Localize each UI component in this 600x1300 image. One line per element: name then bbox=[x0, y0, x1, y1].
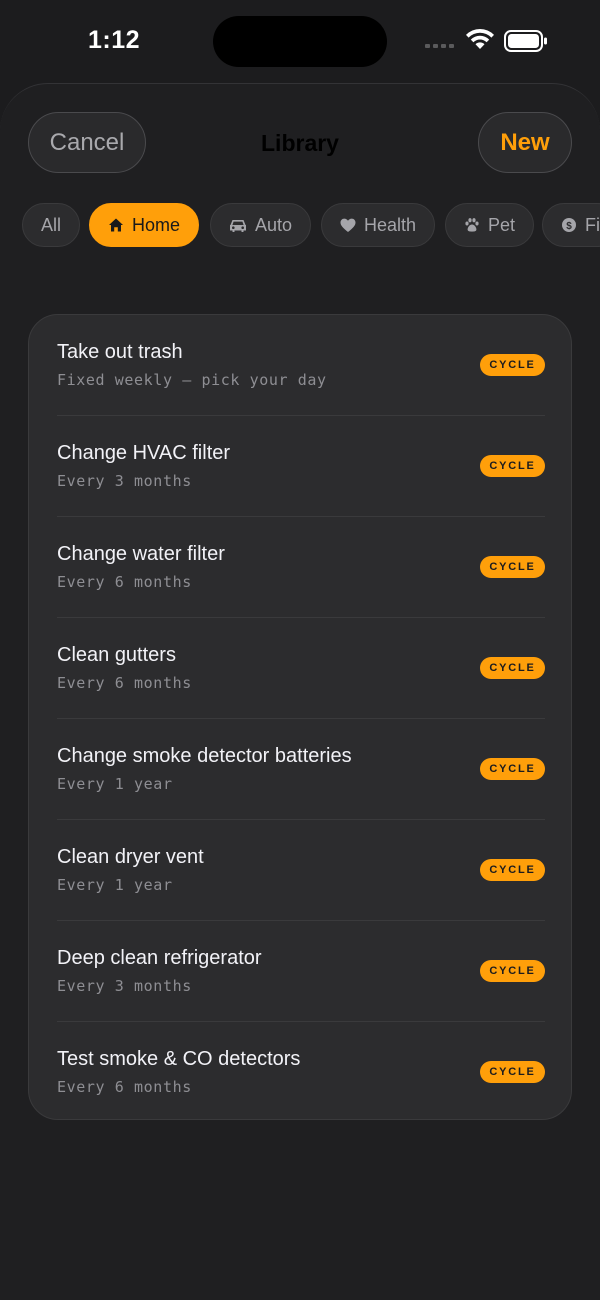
paw-icon bbox=[464, 217, 480, 233]
item-frequency: Every 3 months bbox=[57, 472, 192, 490]
library-screen: 1:12 Cancel Library New All Home Auto He… bbox=[0, 0, 600, 1300]
new-button[interactable]: New bbox=[478, 112, 572, 173]
chip-health[interactable]: Health bbox=[321, 203, 436, 247]
item-title: Change smoke detector batteries bbox=[57, 745, 352, 767]
nav-bar: Cancel Library New bbox=[0, 84, 600, 202]
item-frequency: Every 1 year bbox=[57, 775, 173, 793]
chip-label: Health bbox=[364, 214, 417, 235]
chip-label: Home bbox=[132, 214, 181, 235]
item-title: Clean gutters bbox=[57, 644, 176, 666]
list-item[interactable]: Test smoke & CO detectors Every 6 months… bbox=[57, 1022, 545, 1123]
cycle-badge: CYCLE bbox=[480, 657, 545, 679]
cycle-badge: CYCLE bbox=[480, 556, 545, 578]
chip-label: Fi bbox=[585, 214, 600, 235]
item-frequency: Every 6 months bbox=[57, 1078, 192, 1096]
chip-label: Pet bbox=[488, 214, 516, 235]
chip-home[interactable]: Home bbox=[89, 203, 200, 247]
list-item[interactable]: Take out trash Fixed weekly — pick your … bbox=[57, 315, 545, 416]
cycle-badge: CYCLE bbox=[480, 758, 545, 780]
category-filter-bar: All Home Auto Health Pet $ Fi bbox=[0, 203, 600, 249]
item-frequency: Every 3 months bbox=[57, 977, 192, 995]
chip-pet[interactable]: Pet bbox=[445, 203, 535, 247]
chip-label: All bbox=[41, 214, 62, 235]
house-icon bbox=[108, 217, 124, 233]
item-frequency: Fixed weekly — pick your day bbox=[57, 371, 327, 389]
item-title: Deep clean refrigerator bbox=[57, 947, 262, 969]
item-title: Change water filter bbox=[57, 543, 225, 565]
battery-icon bbox=[504, 30, 547, 52]
chip-finance[interactable]: $ Fi bbox=[542, 203, 600, 247]
item-frequency: Every 1 year bbox=[57, 876, 173, 894]
item-title: Change HVAC filter bbox=[57, 442, 231, 464]
cycle-badge: CYCLE bbox=[480, 455, 545, 477]
list-item[interactable]: Change smoke detector batteries Every 1 … bbox=[57, 719, 545, 820]
library-sheet: Cancel Library New All Home Auto Health … bbox=[0, 83, 600, 1300]
list-item[interactable]: Clean gutters Every 6 months CYCLE bbox=[57, 618, 545, 719]
list-item[interactable]: Deep clean refrigerator Every 3 months C… bbox=[57, 921, 545, 1022]
cycle-badge: CYCLE bbox=[480, 960, 545, 982]
wifi-icon bbox=[466, 29, 494, 49]
status-time: 1:12 bbox=[88, 26, 141, 54]
svg-text:$: $ bbox=[566, 221, 572, 232]
cycle-badge: CYCLE bbox=[480, 354, 545, 376]
cycle-badge: CYCLE bbox=[480, 859, 545, 881]
chip-auto[interactable]: Auto bbox=[210, 203, 312, 247]
item-title: Test smoke & CO detectors bbox=[57, 1048, 301, 1070]
cycle-badge: CYCLE bbox=[480, 1061, 545, 1083]
list-item[interactable]: Clean dryer vent Every 1 year CYCLE bbox=[57, 820, 545, 921]
item-frequency: Every 6 months bbox=[57, 573, 192, 591]
list-item[interactable]: Change water filter Every 6 months CYCLE bbox=[57, 517, 545, 618]
item-frequency: Every 6 months bbox=[57, 674, 192, 692]
chip-all[interactable]: All bbox=[22, 203, 81, 247]
car-icon bbox=[229, 218, 247, 233]
status-bar: 1:12 bbox=[0, 0, 600, 84]
template-list: Take out trash Fixed weekly — pick your … bbox=[28, 314, 572, 1120]
cellular-signal-icon bbox=[425, 44, 454, 48]
list-item[interactable]: Change HVAC filter Every 3 months CYCLE bbox=[57, 416, 545, 517]
item-title: Clean dryer vent bbox=[57, 846, 204, 868]
item-title: Take out trash bbox=[57, 341, 183, 363]
chip-label: Auto bbox=[255, 214, 293, 235]
dollar-coin-icon: $ bbox=[561, 217, 577, 233]
dynamic-island bbox=[213, 16, 387, 67]
heart-icon bbox=[340, 218, 356, 233]
